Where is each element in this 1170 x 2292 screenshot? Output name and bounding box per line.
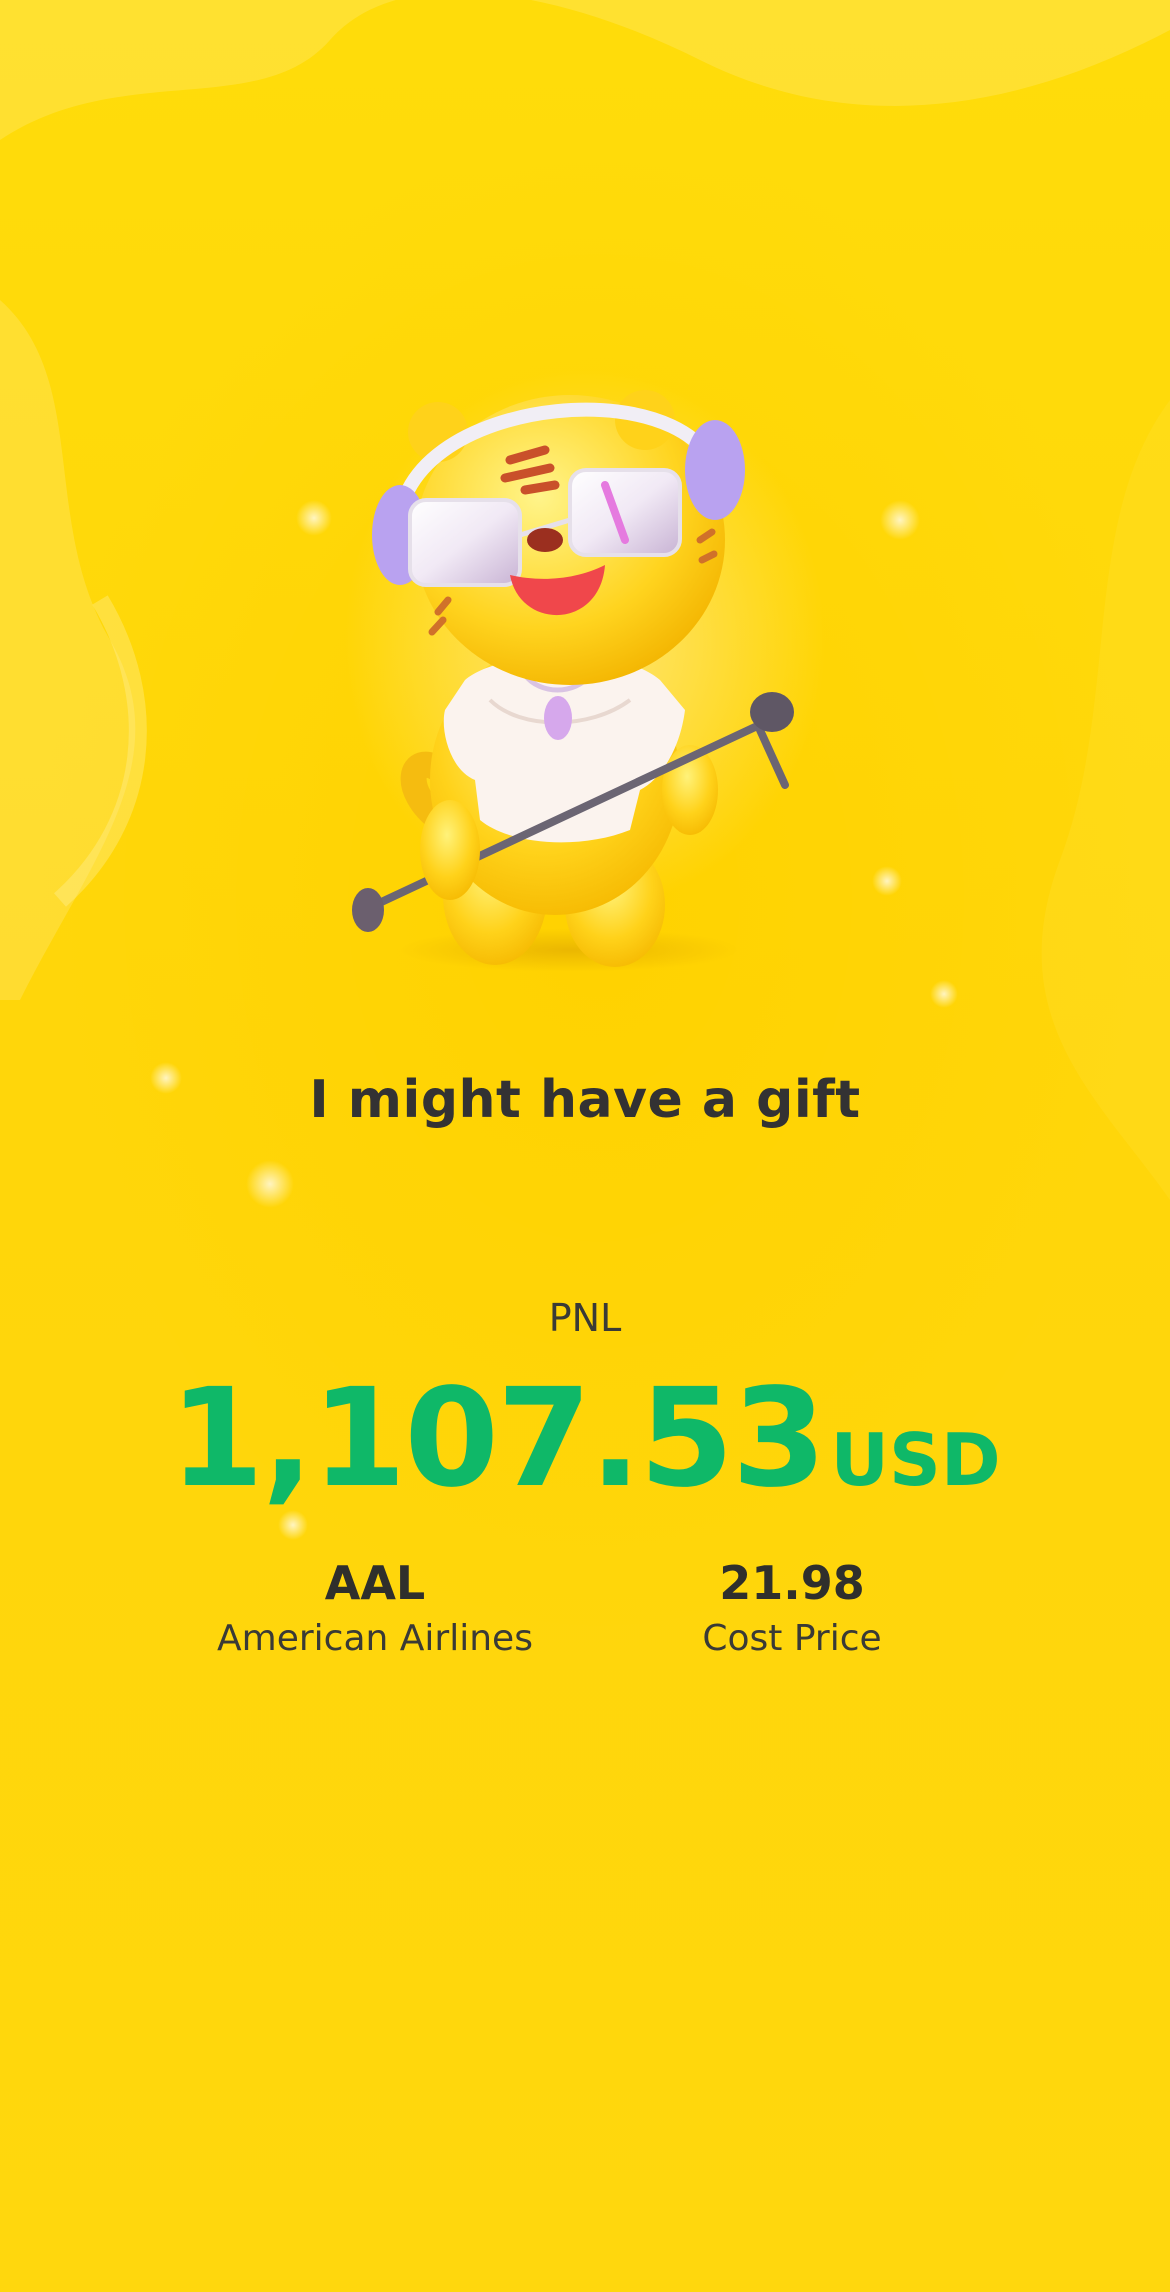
stock-ticker: AAL xyxy=(324,1556,426,1610)
pnl-unit: USD xyxy=(830,1418,1001,1502)
sparkle xyxy=(930,980,958,1008)
background xyxy=(0,0,1170,2292)
sparkle xyxy=(296,500,332,536)
gift-title: I might have a gift xyxy=(309,1070,861,1130)
sparkle xyxy=(246,1160,294,1208)
cost-price-label: Cost Price xyxy=(702,1618,882,1659)
cost-price-value: 21.98 xyxy=(719,1556,865,1610)
tiger-singer-icon xyxy=(352,390,794,972)
sparkle xyxy=(872,866,902,896)
sparkle xyxy=(880,500,920,540)
pnl-value: 1,107.53 xyxy=(169,1360,826,1518)
stock-name: American Airlines xyxy=(217,1618,533,1659)
cost-info: 21.98 Cost Price xyxy=(612,1555,972,1663)
pnl-amount: 1,107.53USD xyxy=(0,1360,1170,1518)
pnl-label: PNL xyxy=(548,1296,622,1340)
stock-info: AAL American Airlines xyxy=(195,1555,555,1663)
